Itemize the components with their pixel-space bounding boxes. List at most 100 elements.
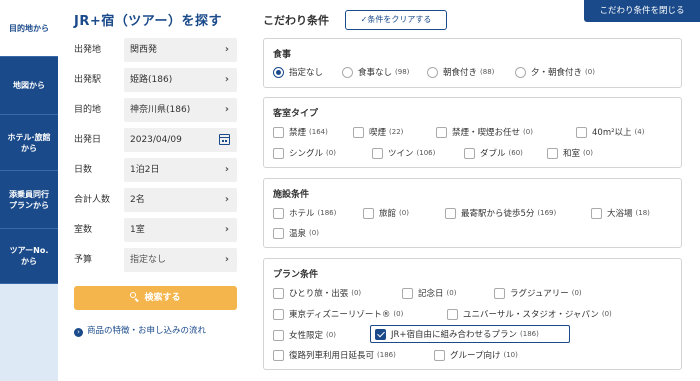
tab-by-tour-number[interactable]: ツアーNo. から: [0, 228, 58, 284]
features-link[interactable]: › 商品の特徴・お申し込みの流れ: [74, 324, 206, 337]
option-count: (0): [523, 128, 533, 136]
checkbox-icon[interactable]: [273, 207, 284, 219]
checkbox-icon[interactable]: [372, 147, 383, 159]
option-count: (186): [377, 351, 396, 359]
option-label: ユニバーサル・スタジオ・ジャパン: [463, 310, 599, 320]
option-count: (4): [634, 128, 645, 136]
budget-select[interactable]: 指定なし ›: [124, 248, 237, 272]
field-departure-area: 出発地 関西発 ›: [74, 38, 238, 62]
plan-option-solo[interactable]: ひとり旅・出張 (0): [273, 287, 361, 299]
tab-label: 目的地から: [9, 23, 49, 33]
tab-by-escorted-plan[interactable]: 添乗員同行 プランから: [0, 170, 58, 228]
checkbox-icon[interactable]: [273, 308, 284, 320]
option-count: (18): [635, 209, 650, 217]
room-option-double[interactable]: ダブル (60): [464, 147, 523, 159]
rooms-select[interactable]: 1室 ›: [124, 218, 237, 242]
section-title: プラン条件: [273, 270, 319, 280]
destination-select[interactable]: 神奈川県(186) ›: [124, 98, 237, 122]
facility-option-onsen[interactable]: 温泉 (0): [273, 227, 319, 239]
option-label: ラグジュアリー: [510, 289, 569, 299]
section-title: 施設条件: [273, 190, 310, 200]
option-count: (10): [503, 351, 518, 359]
departure-station-select[interactable]: 姫路(186) ›: [124, 68, 237, 92]
plan-option-jr-free-combo[interactable]: JR+宿自由に組み合わせるプラン (186): [370, 325, 570, 343]
checkbox-icon[interactable]: [445, 207, 456, 219]
checkbox-icon[interactable]: [402, 287, 413, 299]
checkbox-icon[interactable]: [547, 147, 558, 159]
plan-option-disney[interactable]: 東京ディズニーリゾート® (0): [273, 308, 403, 320]
meal-section: 食事 指定なし 食事なし (98) 朝食付き (88) 夕・朝食付き (0): [263, 38, 682, 88]
checkbox-icon[interactable]: [273, 329, 284, 341]
checkbox-icon[interactable]: [273, 126, 284, 138]
radio-icon[interactable]: [515, 66, 526, 78]
checkbox-icon[interactable]: [273, 227, 284, 239]
option-label: ツイン: [388, 149, 414, 159]
guests-select[interactable]: 2名 ›: [124, 188, 237, 212]
nights-select[interactable]: 1泊2日 ›: [124, 158, 237, 182]
option-label: 温泉: [289, 229, 307, 239]
checkbox-icon[interactable]: [494, 287, 505, 299]
facility-option-hotel[interactable]: ホテル (186): [273, 207, 336, 219]
checkbox-icon[interactable]: [273, 287, 284, 299]
field-nights: 日数 1泊2日 ›: [74, 158, 238, 182]
facility-option-large-bath[interactable]: 大浴場 (18): [591, 207, 650, 219]
facility-option-near-station[interactable]: 最寄駅から徒歩5分 (169): [445, 207, 556, 219]
facility-option-ryokan[interactable]: 旅館 (0): [363, 207, 409, 219]
close-conditions-button[interactable]: こだわり条件を閉じる: [584, 0, 700, 22]
plan-option-women-only[interactable]: 女性限定 (0): [273, 329, 336, 341]
meal-option-none[interactable]: 指定なし: [273, 66, 323, 78]
checkbox-icon[interactable]: [591, 207, 602, 219]
plan-section: プラン条件 ひとり旅・出張 (0) 記念日 (0) ラグジュアリー (0) 東京ディズ…: [263, 258, 682, 370]
close-conditions-label: こだわり条件を閉じる: [599, 6, 685, 16]
option-label: 40m²以上: [592, 128, 632, 138]
clear-conditions-button[interactable]: ✓条件をクリアする: [345, 10, 447, 30]
departure-area-select[interactable]: 関西発 ›: [124, 38, 237, 62]
chevron-right-icon: ›: [224, 164, 229, 175]
meal-option-dinner-breakfast[interactable]: 夕・朝食付き (0): [515, 66, 595, 78]
meal-option-breakfast[interactable]: 朝食付き (88): [427, 66, 494, 78]
search-button[interactable]: 検索する: [74, 286, 237, 310]
room-option-either[interactable]: 禁煙・喫煙お任せ (0): [436, 126, 533, 138]
room-option-nonsmoking[interactable]: 禁煙 (164): [273, 126, 328, 138]
plan-option-group[interactable]: グループ向け (10): [434, 349, 518, 361]
plan-option-usj[interactable]: ユニバーサル・スタジオ・ジャパン (0): [447, 308, 612, 320]
checkbox-icon[interactable]: [434, 349, 445, 361]
plan-option-return-extension[interactable]: 復路列車利用日延長可 (186): [273, 349, 396, 361]
room-option-twin[interactable]: ツイン (106): [372, 147, 435, 159]
checkbox-icon[interactable]: [464, 147, 475, 159]
option-label: 指定なし: [289, 68, 324, 78]
tab-by-destination[interactable]: 目的地から: [0, 0, 58, 56]
field-value: 2名: [130, 195, 145, 205]
tab-by-hotel[interactable]: ホテル·旅館 から: [0, 114, 58, 170]
checkbox-icon[interactable]: [363, 207, 374, 219]
chevron-right-icon: ›: [224, 194, 229, 205]
calendar-icon[interactable]: [219, 134, 230, 145]
radio-icon[interactable]: [342, 66, 353, 78]
chevron-right-icon: ›: [74, 328, 83, 337]
plan-option-luxury[interactable]: ラグジュアリー (0): [494, 287, 582, 299]
radio-selected-icon[interactable]: [273, 66, 284, 78]
option-label: 和室: [563, 149, 581, 159]
meal-option-no-meal[interactable]: 食事なし (98): [342, 66, 409, 78]
checkbox-icon[interactable]: [273, 349, 284, 361]
room-option-japanese[interactable]: 和室 (0): [547, 147, 593, 159]
departure-date-input[interactable]: 2023/04/09: [124, 128, 237, 152]
checkbox-icon[interactable]: [576, 126, 587, 138]
room-option-single[interactable]: シングル (0): [273, 147, 336, 159]
room-option-smoking[interactable]: 喫煙 (22): [353, 126, 403, 138]
tab-by-map[interactable]: 地図から: [0, 56, 58, 114]
room-option-40sqm[interactable]: 40m²以上 (4): [576, 126, 644, 138]
field-budget: 予算 指定なし ›: [74, 248, 238, 272]
checkbox-icon[interactable]: [273, 147, 284, 159]
checkbox-icon[interactable]: [436, 126, 447, 138]
option-label: 夕・朝食付き: [531, 68, 583, 78]
radio-icon[interactable]: [427, 66, 438, 78]
plan-option-anniversary[interactable]: 記念日 (0): [402, 287, 456, 299]
checkbox-icon[interactable]: [353, 126, 364, 138]
field-rooms: 室数 1室 ›: [74, 218, 238, 242]
checkbox-checked-icon[interactable]: [375, 328, 386, 340]
checkbox-icon[interactable]: [447, 308, 458, 320]
field-label: 合計人数: [74, 195, 111, 205]
field-value: 姫路(186): [130, 75, 173, 85]
option-count: (0): [326, 149, 336, 157]
